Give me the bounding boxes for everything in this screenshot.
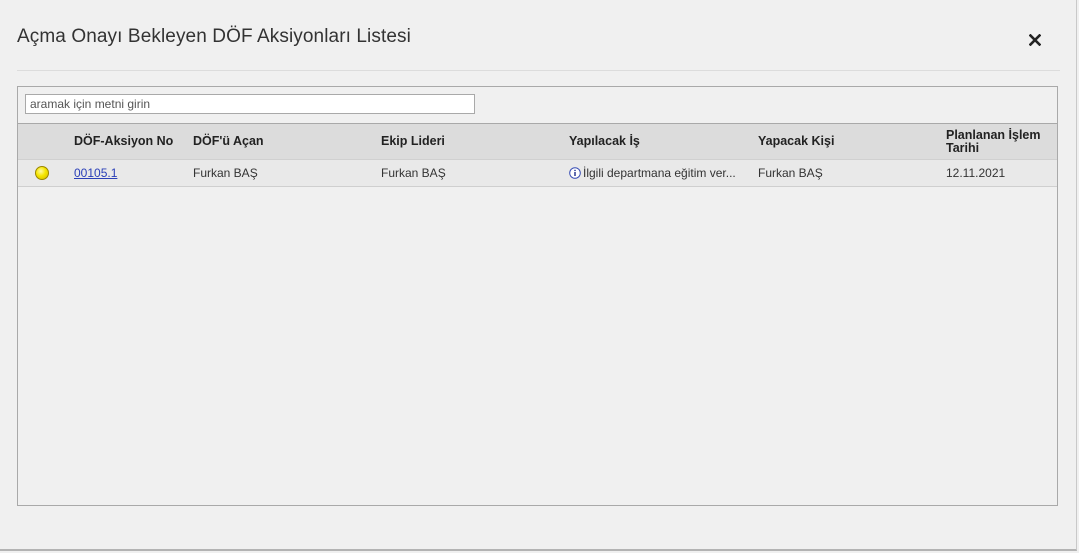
column-header-planned-date[interactable]: Planlanan İşlem Tarihi (946, 124, 1051, 159)
close-button[interactable] (1025, 30, 1045, 50)
action-no-cell: 00105.1 (74, 160, 117, 186)
column-header-action-no[interactable]: DÖF-Aksiyon No (74, 124, 189, 159)
column-header-status (28, 124, 68, 159)
status-yellow-icon (35, 166, 49, 180)
column-header-task[interactable]: Yapılacak İş (569, 124, 749, 159)
search-input[interactable] (25, 94, 475, 114)
grid-header: DÖF-Aksiyon No DÖF'ü Açan Ekip Lideri Ya… (18, 124, 1057, 160)
team-leader-cell: Furkan BAŞ (381, 166, 446, 180)
planned-date-cell: 12.11.2021 (946, 166, 1006, 180)
column-header-team-leader[interactable]: Ekip Lideri (381, 124, 561, 159)
opened-by-cell: Furkan BAŞ (193, 166, 258, 180)
dialog-header: Açma Onayı Bekleyen DÖF Aksiyonları List… (17, 0, 1060, 71)
task-cell: İlgili departmana eğitim ver... (569, 160, 736, 186)
action-no-link[interactable]: 00105.1 (74, 166, 117, 180)
status-cell (35, 160, 49, 186)
table-row[interactable]: 00105.1 Furkan BAŞ Furkan BAŞ İlgili dep… (18, 160, 1057, 187)
column-header-opened-by[interactable]: DÖF'ü Açan (193, 124, 373, 159)
actions-grid: DÖF-Aksiyon No DÖF'ü Açan Ekip Lideri Ya… (18, 123, 1057, 187)
dialog: Açma Onayı Bekleyen DÖF Aksiyonları List… (0, 0, 1077, 551)
column-header-assignee[interactable]: Yapacak Kişi (758, 124, 938, 159)
task-text: İlgili departmana eğitim ver... (583, 166, 736, 180)
info-icon[interactable] (569, 167, 581, 179)
list-panel: DÖF-Aksiyon No DÖF'ü Açan Ekip Lideri Ya… (17, 86, 1058, 506)
close-icon (1029, 34, 1041, 46)
dialog-title: Açma Onayı Bekleyen DÖF Aksiyonları List… (17, 26, 411, 47)
assignee-cell: Furkan BAŞ (758, 166, 823, 180)
